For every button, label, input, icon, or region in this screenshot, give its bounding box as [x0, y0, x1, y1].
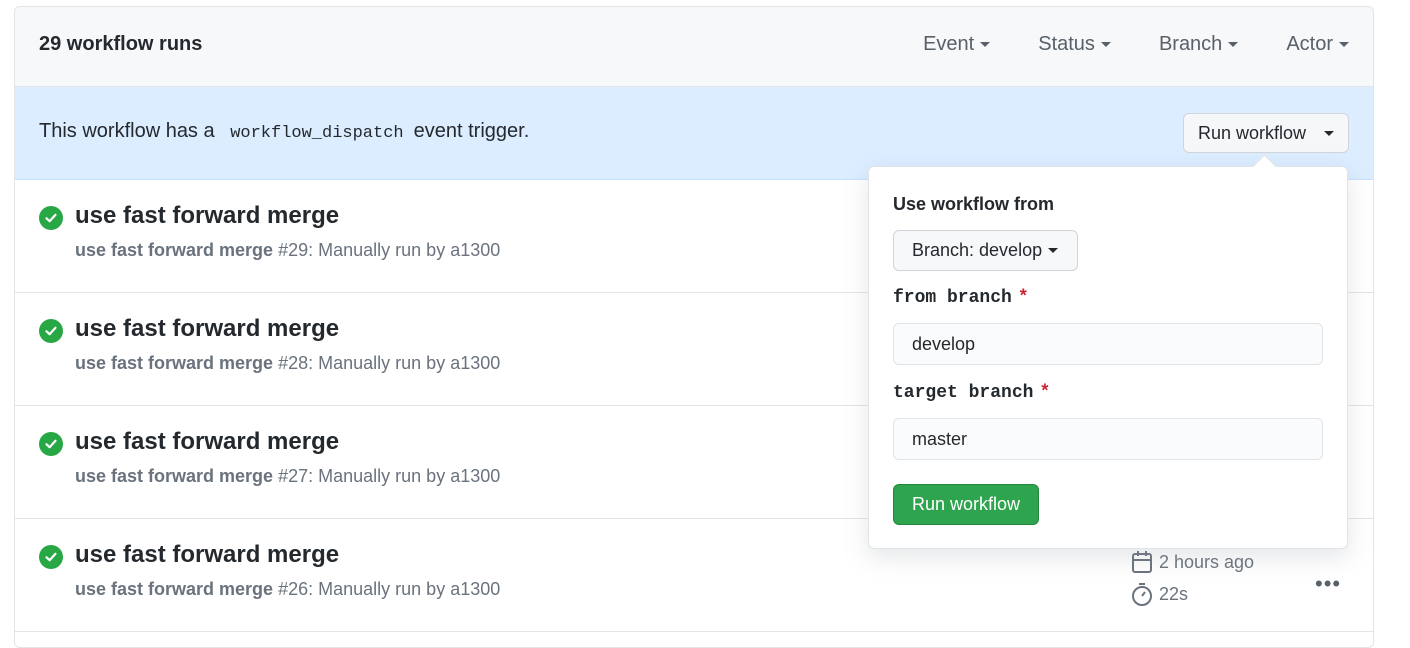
run-number: #29 — [278, 240, 309, 260]
success-check-icon — [39, 206, 63, 230]
run-detail: : Manually run by a1300 — [308, 466, 501, 486]
run-subtitle: use fast forward merge #27: Manually run… — [75, 466, 500, 487]
run-title[interactable]: use fast forward merge — [75, 428, 339, 456]
chevron-down-icon — [1100, 42, 1111, 47]
more-options-icon[interactable]: ••• — [1315, 571, 1341, 597]
run-detail: : Manually run by a1300 — [308, 240, 501, 260]
chevron-down-icon — [980, 42, 991, 47]
banner-text-before: This workflow has a — [39, 120, 215, 142]
run-title[interactable]: use fast forward merge — [75, 315, 339, 343]
chevron-down-icon — [1339, 42, 1349, 47]
run-number: #27 — [278, 466, 309, 486]
run-workflow-submit-button[interactable]: Run workflow — [893, 484, 1039, 525]
run-subtitle: use fast forward merge #26: Manually run… — [75, 579, 500, 600]
run-workflow-dropdown-button[interactable]: Run workflow — [1183, 113, 1349, 153]
chevron-down-icon — [1324, 130, 1335, 136]
branch-select-button[interactable]: Branch: develop — [893, 230, 1078, 271]
run-number: #28 — [278, 353, 309, 373]
input-label-from-branch: from branch * — [893, 288, 1029, 308]
filter-event-label: Event — [923, 33, 975, 55]
run-time: 2 hours ago — [1131, 550, 1254, 574]
filter-status-label: Status — [1038, 33, 1095, 55]
run-workflow-name[interactable]: use fast forward merge — [75, 466, 273, 486]
run-workflow-name[interactable]: use fast forward merge — [75, 353, 273, 373]
filter-branch[interactable]: Branch — [1158, 33, 1239, 56]
chevron-down-icon — [1228, 42, 1239, 47]
run-title[interactable]: use fast forward merge — [75, 202, 339, 230]
chevron-down-icon — [1048, 248, 1059, 253]
banner-code: workflow_dispatch — [230, 124, 404, 143]
runs-count-title: 29 workflow runs — [39, 33, 203, 55]
success-check-icon — [39, 432, 63, 456]
input-label-text: target branch — [893, 383, 1034, 403]
run-workflow-name[interactable]: use fast forward merge — [75, 240, 273, 260]
run-detail: : Manually run by a1300 — [308, 353, 501, 373]
run-number: #26 — [278, 579, 309, 599]
input-label-text: from branch — [893, 288, 1012, 308]
run-title[interactable]: use fast forward merge — [75, 541, 339, 569]
run-workflow-name[interactable]: use fast forward merge — [75, 579, 273, 599]
popover-title: Use workflow from — [893, 194, 1055, 214]
filter-bar: Event Status Branch Actor — [923, 33, 1349, 56]
required-marker: * — [1017, 288, 1029, 308]
stopwatch-icon — [1132, 583, 1152, 606]
run-workflow-popover: Use workflow from Branch: develop from b… — [868, 166, 1348, 549]
from-branch-input[interactable]: develop — [893, 323, 1323, 365]
run-duration: 22s — [1131, 582, 1188, 606]
branch-select-label: Branch: develop — [912, 240, 1043, 260]
calendar-icon — [1132, 551, 1152, 573]
filter-event[interactable]: Event — [923, 33, 991, 56]
input-label-target-branch: target branch * — [893, 383, 1050, 403]
target-branch-input[interactable]: master — [893, 418, 1323, 460]
runs-header: 29 workflow runs Event Status Branch Act… — [15, 7, 1373, 87]
banner-text: This workflow has a workflow_dispatch eve… — [39, 120, 529, 143]
filter-actor[interactable]: Actor — [1286, 33, 1349, 56]
success-check-icon — [39, 319, 63, 343]
filter-status[interactable]: Status — [1038, 33, 1111, 56]
filter-actor-label: Actor — [1286, 33, 1333, 55]
run-subtitle: use fast forward merge #29: Manually run… — [75, 240, 500, 261]
run-time-label: 2 hours ago — [1159, 551, 1255, 572]
run-duration-label: 22s — [1159, 583, 1189, 604]
run-subtitle: use fast forward merge #28: Manually run… — [75, 353, 500, 374]
required-marker: * — [1039, 383, 1051, 403]
filter-branch-label: Branch — [1158, 33, 1223, 55]
run-workflow-dropdown-label: Run workflow — [1197, 122, 1307, 143]
success-check-icon — [39, 545, 63, 569]
banner-text-after: event trigger. — [413, 120, 530, 142]
run-detail: : Manually run by a1300 — [308, 579, 501, 599]
